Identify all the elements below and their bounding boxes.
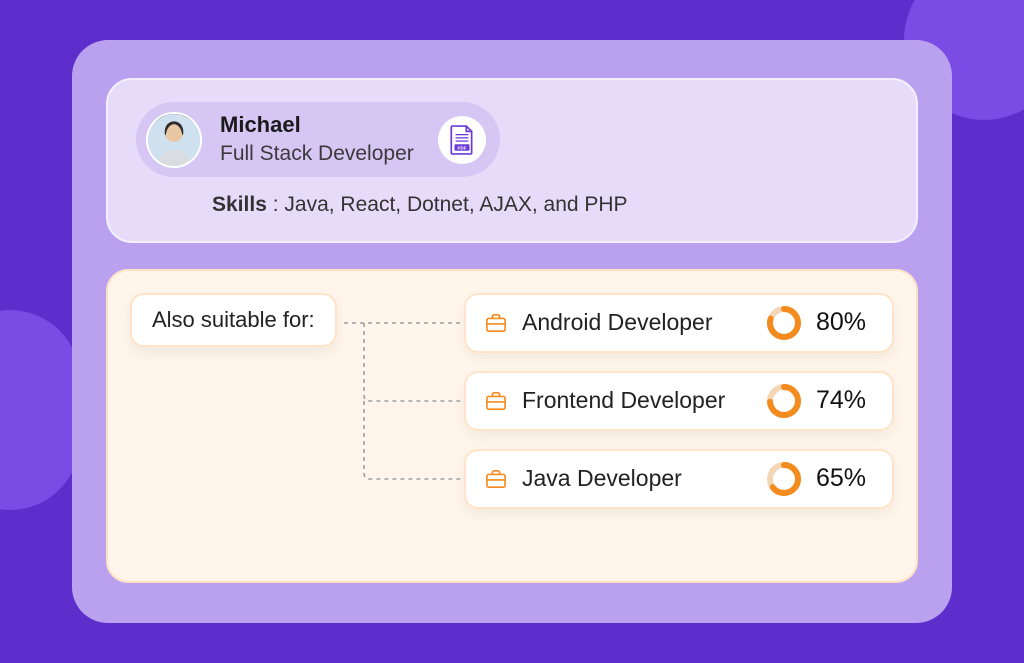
briefcase-icon xyxy=(484,467,508,491)
pdf-icon: PDF xyxy=(449,125,475,155)
skills-line: Skills : Java, React, Dotnet, AJAX, and … xyxy=(136,193,888,217)
svg-text:PDF: PDF xyxy=(457,145,466,150)
match-percent: 65% xyxy=(816,464,874,493)
skills-separator: : xyxy=(273,193,285,216)
role-title: Android Developer xyxy=(522,309,752,336)
role-list: Android Developer 80% Frontend Developer 74… xyxy=(464,293,894,509)
match-ring xyxy=(766,305,802,341)
decorative-blob xyxy=(0,310,80,510)
profile-pill: Michael Full Stack Developer PDF xyxy=(136,102,500,176)
suitability-header: Also suitable for: xyxy=(130,293,337,347)
skills-label: Skills xyxy=(212,193,267,216)
skills-value: Java, React, Dotnet, AJAX, and PHP xyxy=(284,193,627,216)
suitability-panel: Also suitable for: Android Developer 80% F… xyxy=(106,269,918,583)
role-card[interactable]: Frontend Developer 74% xyxy=(464,371,894,431)
role-card[interactable]: Android Developer 80% xyxy=(464,293,894,353)
match-percent: 80% xyxy=(816,308,874,337)
match-percent: 74% xyxy=(816,386,874,415)
pdf-download-button[interactable]: PDF xyxy=(438,116,486,164)
profile-text: Michael Full Stack Developer xyxy=(220,110,414,168)
profile-name: Michael xyxy=(220,110,414,140)
briefcase-icon xyxy=(484,311,508,335)
role-card[interactable]: Java Developer 65% xyxy=(464,449,894,509)
match-ring xyxy=(766,383,802,419)
role-title: Java Developer xyxy=(522,465,752,492)
briefcase-icon xyxy=(484,389,508,413)
match-ring xyxy=(766,461,802,497)
profile-role: Full Stack Developer xyxy=(220,140,414,168)
profile-panel: Michael Full Stack Developer PDF Skills … xyxy=(106,78,918,242)
role-title: Frontend Developer xyxy=(522,387,752,414)
avatar xyxy=(146,112,202,168)
main-card: Michael Full Stack Developer PDF Skills … xyxy=(72,40,952,622)
